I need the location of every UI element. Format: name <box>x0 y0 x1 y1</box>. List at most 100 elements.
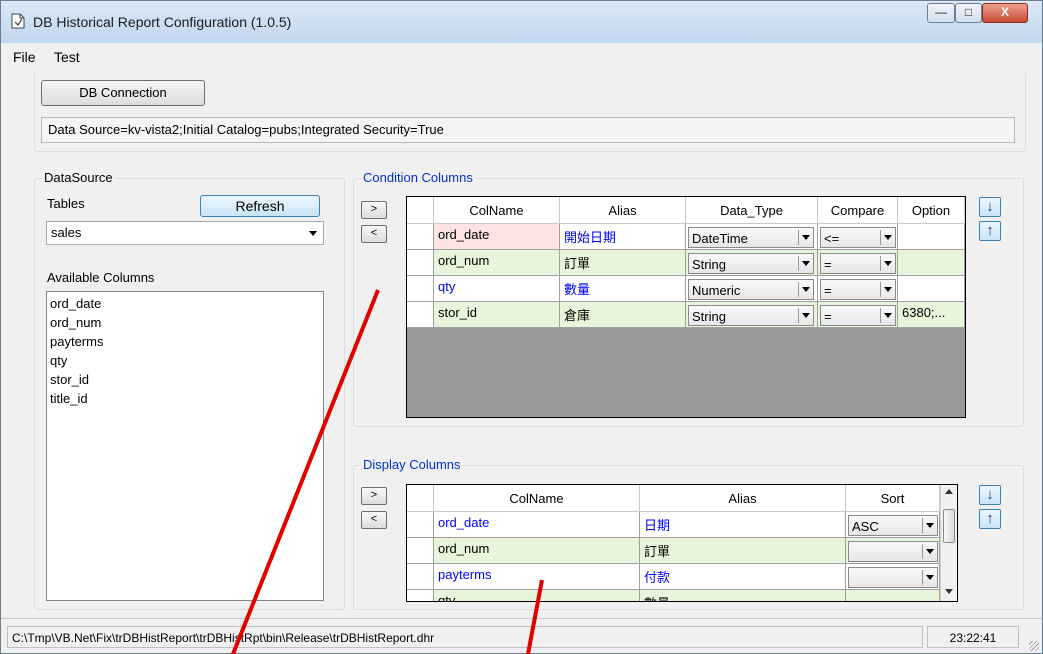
chevron-down-icon <box>884 287 892 292</box>
menu-test[interactable]: Test <box>54 49 80 65</box>
col-header-data-type[interactable]: Data_Type <box>686 197 818 224</box>
condition-datatype-cell: Numeric <box>686 276 818 302</box>
display-colname-cell[interactable]: ord_date <box>434 512 640 538</box>
db-connection-button[interactable]: DB Connection <box>41 80 205 106</box>
row-header[interactable] <box>407 250 434 276</box>
maximize-button[interactable]: □ <box>955 3 982 23</box>
col-header-sort[interactable]: Sort <box>846 485 940 512</box>
display-columns-legend: Display Columns <box>361 457 463 472</box>
compare-dropdown[interactable]: <= <box>820 227 896 248</box>
list-item[interactable]: stor_id <box>50 370 320 389</box>
condition-compare-cell: = <box>818 276 898 302</box>
row-header[interactable] <box>407 564 434 590</box>
display-alias-cell[interactable]: 訂單 <box>640 538 846 564</box>
condition-compare-cell: = <box>818 250 898 276</box>
compare-dropdown[interactable]: = <box>820 279 896 300</box>
row-header[interactable] <box>407 590 434 601</box>
list-item[interactable]: ord_num <box>50 313 320 332</box>
grid-corner <box>407 197 434 224</box>
datatype-dropdown[interactable]: DateTime <box>688 227 814 248</box>
row-header[interactable] <box>407 538 434 564</box>
scroll-down-icon[interactable] <box>945 589 953 594</box>
compare-dropdown[interactable]: = <box>820 253 896 274</box>
condition-alias-cell[interactable]: 倉庫 <box>560 302 686 328</box>
display-colname-cell[interactable]: qty <box>434 590 640 601</box>
window-title: DB Historical Report Configuration (1.0.… <box>33 14 292 30</box>
col-header-compare[interactable]: Compare <box>818 197 898 224</box>
condition-alias-cell[interactable]: 數量 <box>560 276 686 302</box>
sort-dropdown[interactable]: ASC <box>848 515 938 536</box>
datatype-value: String <box>692 309 726 324</box>
row-header[interactable] <box>407 224 434 250</box>
condition-move-down-button[interactable]: ↓ <box>979 197 1001 217</box>
display-alias-cell[interactable]: 付款 <box>640 564 846 590</box>
datatype-dropdown[interactable]: Numeric <box>688 279 814 300</box>
display-colname-cell[interactable]: ord_num <box>434 538 640 564</box>
display-alias-cell[interactable]: 日期 <box>640 512 846 538</box>
col-header-option[interactable]: Option <box>898 197 965 224</box>
chevron-down-icon <box>884 235 892 240</box>
display-colname-cell[interactable]: payterms <box>434 564 640 590</box>
resize-grip-icon[interactable] <box>1029 641 1039 651</box>
condition-remove-button[interactable]: < <box>361 225 387 243</box>
display-grid-scrollbar[interactable] <box>940 485 957 601</box>
sort-dropdown[interactable] <box>848 541 938 562</box>
condition-compare-cell: = <box>818 302 898 328</box>
condition-move-up-button[interactable]: ↑ <box>979 221 1001 241</box>
display-sort-cell[interactable] <box>846 590 940 601</box>
col-header-colname[interactable]: ColName <box>434 197 560 224</box>
close-button[interactable]: X <box>982 3 1028 23</box>
menu-file[interactable]: File <box>13 49 36 65</box>
condition-option-cell[interactable] <box>898 276 965 302</box>
condition-add-button[interactable]: > <box>361 201 387 219</box>
list-item[interactable]: qty <box>50 351 320 370</box>
minimize-icon: — <box>935 5 947 19</box>
condition-colname-cell[interactable]: ord_date <box>434 224 560 250</box>
compare-dropdown[interactable]: = <box>820 305 896 326</box>
condition-datatype-cell: String <box>686 302 818 328</box>
list-item[interactable]: ord_date <box>50 294 320 313</box>
condition-alias-cell[interactable]: 開始日期 <box>560 224 686 250</box>
compare-value: = <box>824 309 832 324</box>
row-header[interactable] <box>407 276 434 302</box>
datatype-value: Numeric <box>692 283 741 298</box>
sort-dropdown[interactable] <box>848 567 938 588</box>
condition-alias-cell[interactable]: 訂單 <box>560 250 686 276</box>
main-window: DB Historical Report Configuration (1.0.… <box>0 0 1043 654</box>
scroll-up-icon[interactable] <box>945 489 953 494</box>
chevron-down-icon <box>926 575 934 580</box>
display-alias-cell[interactable]: 數量 <box>640 590 846 601</box>
chevron-down-icon <box>926 523 934 528</box>
available-columns-list[interactable]: ord_date ord_num payterms qty stor_id ti… <box>46 291 324 601</box>
condition-colname-cell[interactable]: ord_num <box>434 250 560 276</box>
col-header-alias[interactable]: Alias <box>640 485 846 512</box>
display-move-up-button[interactable]: ↑ <box>979 509 1001 529</box>
condition-colname-cell[interactable]: qty <box>434 276 560 302</box>
condition-colname-cell[interactable]: stor_id <box>434 302 560 328</box>
display-remove-button[interactable]: < <box>361 511 387 529</box>
refresh-button[interactable]: Refresh <box>200 195 320 217</box>
list-item[interactable]: title_id <box>50 389 320 408</box>
display-grid[interactable]: ColName Alias Sort ord_date 日期 ASC ord_n… <box>406 484 958 602</box>
scroll-thumb[interactable] <box>943 509 955 543</box>
condition-option-cell[interactable] <box>898 250 965 276</box>
datatype-dropdown[interactable]: String <box>688 253 814 274</box>
row-header[interactable] <box>407 302 434 328</box>
col-header-alias[interactable]: Alias <box>560 197 686 224</box>
condition-compare-cell: <= <box>818 224 898 250</box>
connection-string-field: Data Source=kv-vista2;Initial Catalog=pu… <box>41 117 1015 143</box>
tables-combo[interactable]: sales <box>46 221 324 245</box>
condition-option-cell[interactable] <box>898 224 965 250</box>
condition-option-cell[interactable]: 6380;... <box>898 302 965 328</box>
minimize-button[interactable]: — <box>927 3 955 23</box>
condition-grid[interactable]: ColName Alias Data_Type Compare Option o… <box>406 196 966 418</box>
datatype-value: DateTime <box>692 231 748 246</box>
maximize-icon: □ <box>964 5 973 19</box>
row-header[interactable] <box>407 512 434 538</box>
display-move-down-button[interactable]: ↓ <box>979 485 1001 505</box>
chevron-down-icon <box>309 231 317 236</box>
col-header-colname[interactable]: ColName <box>434 485 640 512</box>
display-add-button[interactable]: > <box>361 487 387 505</box>
list-item[interactable]: payterms <box>50 332 320 351</box>
datatype-dropdown[interactable]: String <box>688 305 814 326</box>
